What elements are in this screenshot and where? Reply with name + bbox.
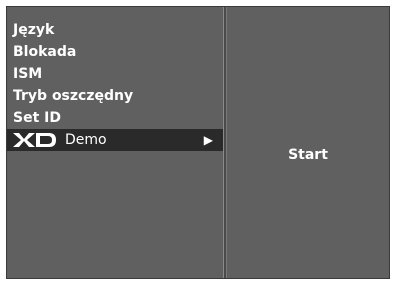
osd-menu-window: Język Blokada ISM Tryb oszczędny Set ID … [6,6,390,279]
submenu-panel: Start [227,7,389,278]
main-menu-panel: Język Blokada ISM Tryb oszczędny Set ID … [7,7,223,278]
menu-item-blokada[interactable]: Blokada [7,41,223,63]
xd-logo-icon [13,133,56,147]
menu-item-tryb-oszczedny[interactable]: Tryb oszczędny [7,85,223,107]
menu-item-ism[interactable]: ISM [7,63,223,85]
menu-item-xd-demo[interactable]: Demo ▶ [7,129,223,151]
start-option[interactable]: Start [227,147,389,163]
demo-label: Demo [65,132,107,148]
right-arrow-icon: ▶ [203,133,213,147]
menu-item-set-id[interactable]: Set ID [7,107,223,129]
menu-item-jezyk[interactable]: Język [7,19,223,41]
